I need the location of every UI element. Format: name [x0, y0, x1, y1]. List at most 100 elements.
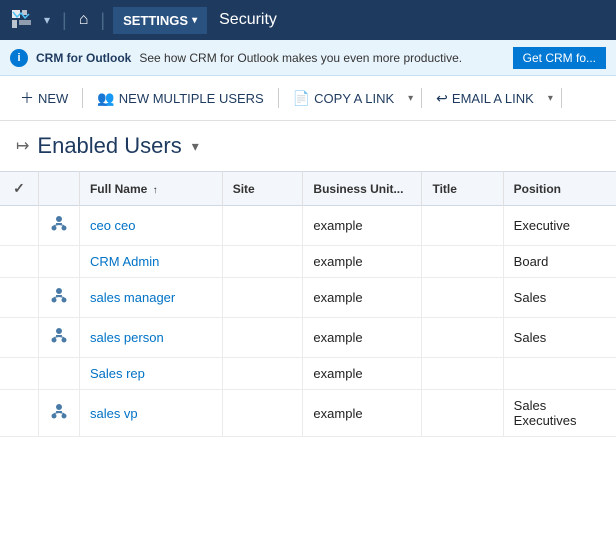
- row-check-cell[interactable]: [0, 278, 38, 318]
- row-fullname[interactable]: sales manager: [79, 278, 222, 318]
- toolbar-sep-4: [561, 88, 562, 108]
- table-row: Sales rep example: [0, 358, 616, 390]
- row-position: Executive: [503, 206, 616, 246]
- copy-link-dropdown[interactable]: ▾: [406, 89, 415, 108]
- copy-icon: 📄: [293, 90, 310, 107]
- sort-icon-fullname: ↑: [153, 185, 158, 196]
- row-site: [222, 358, 303, 390]
- users-table: ✓ Full Name ↑ Site Business Unit... Titl…: [0, 171, 616, 437]
- table-row: sales vp example Sales Executives: [0, 390, 616, 437]
- new-multiple-users-button[interactable]: 👥 NEW MULTIPLE USERS: [89, 86, 271, 111]
- table-header-row: ✓ Full Name ↑ Site Business Unit... Titl…: [0, 172, 616, 206]
- row-site: [222, 390, 303, 437]
- toolbar-sep-2: [278, 88, 279, 108]
- row-position: Sales: [503, 278, 616, 318]
- home-icon[interactable]: ⌂: [79, 11, 89, 29]
- page-title: Enabled Users: [37, 133, 181, 159]
- row-icon-cell: [38, 278, 79, 318]
- pin-icon: ↦: [16, 136, 29, 156]
- page-title-dropdown[interactable]: ▾: [192, 138, 199, 155]
- row-icon-cell: [38, 358, 79, 390]
- row-site: [222, 206, 303, 246]
- table-row: CRM Admin example Board: [0, 246, 616, 278]
- column-header-icon: [38, 172, 79, 206]
- new-label: NEW: [38, 91, 68, 106]
- copy-link-button[interactable]: 📄 COPY A LINK: [285, 86, 402, 111]
- row-check-cell[interactable]: [0, 246, 38, 278]
- row-check-cell[interactable]: [0, 390, 38, 437]
- table-row: sales manager example Sales: [0, 278, 616, 318]
- column-header-site[interactable]: Site: [222, 172, 303, 206]
- row-businessunit: example: [303, 358, 422, 390]
- row-businessunit: example: [303, 318, 422, 358]
- new-button[interactable]: ＋ NEW: [12, 84, 76, 112]
- row-title: [422, 246, 503, 278]
- nav-separator-1: |: [62, 10, 67, 31]
- toolbar: ＋ NEW 👥 NEW MULTIPLE USERS 📄 COPY A LINK…: [0, 76, 616, 121]
- info-icon: i: [10, 49, 28, 67]
- email-link-button[interactable]: ↩ EMAIL A LINK: [428, 86, 542, 111]
- row-position: Board: [503, 246, 616, 278]
- nav-separator-2: |: [100, 10, 105, 31]
- email-link-label: EMAIL A LINK: [452, 91, 534, 106]
- row-position: Sales: [503, 318, 616, 358]
- toolbar-sep-1: [82, 88, 83, 108]
- banner-message: See how CRM for Outlook makes you even m…: [139, 51, 462, 65]
- settings-caret: ▾: [192, 15, 197, 26]
- column-header-title[interactable]: Title: [422, 172, 503, 206]
- row-position: [503, 358, 616, 390]
- user-hierarchy-icon: [49, 402, 69, 422]
- row-check-cell[interactable]: [0, 318, 38, 358]
- app-logo[interactable]: [8, 6, 36, 34]
- page-header: ↦ Enabled Users ▾: [0, 121, 616, 167]
- row-site: [222, 246, 303, 278]
- column-header-position[interactable]: Position: [503, 172, 616, 206]
- row-businessunit: example: [303, 390, 422, 437]
- row-businessunit: example: [303, 246, 422, 278]
- row-businessunit: example: [303, 206, 422, 246]
- column-header-fullname[interactable]: Full Name ↑: [79, 172, 222, 206]
- user-hierarchy-icon: [49, 326, 69, 346]
- new-icon: ＋: [20, 88, 34, 108]
- row-businessunit: example: [303, 278, 422, 318]
- row-site: [222, 278, 303, 318]
- column-header-businessunit[interactable]: Business Unit...: [303, 172, 422, 206]
- row-fullname[interactable]: sales vp: [79, 390, 222, 437]
- row-title: [422, 206, 503, 246]
- settings-button[interactable]: SETTINGS ▾: [113, 7, 207, 34]
- email-icon: ↩: [436, 90, 448, 107]
- settings-label: SETTINGS: [123, 13, 188, 28]
- row-fullname[interactable]: CRM Admin: [79, 246, 222, 278]
- row-site: [222, 318, 303, 358]
- users-table-container: ✓ Full Name ↑ Site Business Unit... Titl…: [0, 171, 616, 437]
- row-fullname[interactable]: sales person: [79, 318, 222, 358]
- row-fullname[interactable]: ceo ceo: [79, 206, 222, 246]
- logo-dropdown-button[interactable]: ▾: [40, 11, 54, 29]
- security-label: Security: [219, 11, 277, 29]
- crm-banner: i CRM for Outlook See how CRM for Outloo…: [0, 40, 616, 76]
- user-hierarchy-icon: [49, 286, 69, 306]
- table-row: sales person example Sales: [0, 318, 616, 358]
- row-fullname[interactable]: Sales rep: [79, 358, 222, 390]
- row-check-cell[interactable]: [0, 358, 38, 390]
- row-icon-cell: [38, 206, 79, 246]
- column-header-check[interactable]: ✓: [0, 172, 38, 206]
- top-nav: ▾ | ⌂ | SETTINGS ▾ Security: [0, 0, 616, 40]
- banner-title: CRM for Outlook: [36, 51, 131, 65]
- row-title: [422, 358, 503, 390]
- email-link-dropdown[interactable]: ▾: [546, 89, 555, 108]
- row-title: [422, 390, 503, 437]
- get-crm-button[interactable]: Get CRM fo...: [513, 47, 606, 69]
- check-all-icon[interactable]: ✓: [13, 180, 25, 196]
- row-icon-cell: [38, 246, 79, 278]
- user-hierarchy-icon: [49, 214, 69, 234]
- toolbar-sep-3: [421, 88, 422, 108]
- row-check-cell[interactable]: [0, 206, 38, 246]
- row-title: [422, 278, 503, 318]
- row-position: Sales Executives: [503, 390, 616, 437]
- table-row: ceo ceo example Executive: [0, 206, 616, 246]
- row-title: [422, 318, 503, 358]
- row-icon-cell: [38, 318, 79, 358]
- users-icon: 👥: [97, 90, 114, 107]
- copy-link-label: COPY A LINK: [314, 91, 394, 106]
